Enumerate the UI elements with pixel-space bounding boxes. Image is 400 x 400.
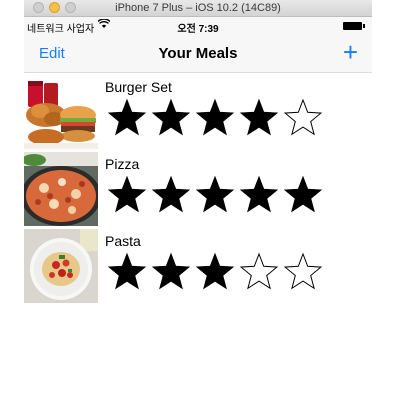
filled-star-icon[interactable]: [105, 96, 149, 140]
page-title: Your Meals: [158, 45, 238, 62]
filled-star-icon[interactable]: [149, 173, 193, 217]
pizza-photo: [24, 152, 98, 226]
meal-list: Burger Set Pizza Pasta: [24, 73, 372, 304]
phone-screen: 네트워크 사업자 오전 7:39 Edit Your Meals + Burge…: [24, 17, 372, 400]
filled-star-icon[interactable]: [105, 173, 149, 217]
navigation-bar: Edit Your Meals +: [24, 35, 372, 73]
filled-star-icon[interactable]: [237, 173, 281, 217]
meal-row[interactable]: Burger Set: [24, 73, 372, 150]
filled-star-icon[interactable]: [105, 250, 149, 294]
rating-control[interactable]: [105, 250, 325, 294]
burger-photo: [24, 75, 98, 149]
filled-star-icon[interactable]: [237, 96, 281, 140]
filled-star-icon[interactable]: [193, 250, 237, 294]
empty-star-icon[interactable]: [237, 250, 281, 294]
empty-star-icon[interactable]: [281, 96, 325, 140]
meal-row[interactable]: Pasta: [24, 227, 372, 304]
status-bar: 네트워크 사업자 오전 7:39: [24, 17, 372, 35]
battery-icon: [343, 22, 365, 30]
window-title: iPhone 7 Plus – iOS 10.2 (14C89): [115, 2, 281, 14]
filled-star-icon[interactable]: [149, 96, 193, 140]
filled-star-icon[interactable]: [149, 250, 193, 294]
status-clock: 오전 7:39: [177, 24, 219, 35]
meal-name: Burger Set: [105, 79, 172, 95]
meal-name: Pasta: [105, 233, 141, 249]
filled-star-icon[interactable]: [281, 173, 325, 217]
rating-control[interactable]: [105, 96, 325, 140]
empty-star-icon[interactable]: [281, 250, 325, 294]
pasta-photo: [24, 229, 98, 303]
add-meal-button[interactable]: +: [343, 39, 358, 65]
filled-star-icon[interactable]: [193, 96, 237, 140]
rating-control[interactable]: [105, 173, 325, 217]
meal-name: Pizza: [105, 156, 140, 172]
filled-star-icon[interactable]: [193, 173, 237, 217]
meal-row[interactable]: Pizza: [24, 150, 372, 227]
simulator-title-bar: iPhone 7 Plus – iOS 10.2 (14C89): [24, 0, 372, 17]
